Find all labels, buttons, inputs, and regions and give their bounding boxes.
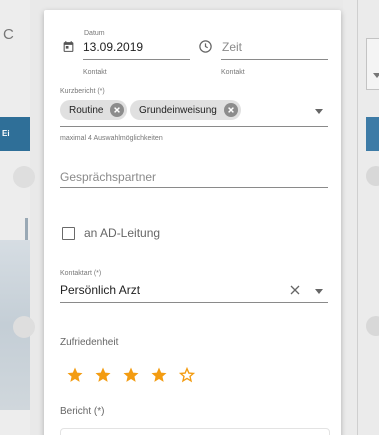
- chip-label: Grundeinweisung: [139, 104, 217, 116]
- kontaktart-underline: [60, 302, 328, 303]
- close-icon[interactable]: [110, 103, 125, 117]
- bericht-label: Bericht (*): [60, 406, 105, 417]
- chip-label: Routine: [69, 104, 104, 116]
- chevron-down-icon: [373, 73, 379, 78]
- background-app-left: C Ei: [0, 0, 35, 435]
- star-filled-icon[interactable]: [150, 366, 168, 384]
- star-empty-icon[interactable]: [178, 366, 196, 384]
- zufriedenheit-label: Zufriedenheit: [60, 337, 119, 348]
- chevron-down-icon[interactable]: [315, 289, 323, 294]
- datum-helper: Kontakt: [83, 69, 107, 76]
- close-icon[interactable]: [223, 103, 238, 117]
- ad-leitung-checkbox[interactable]: [62, 227, 75, 240]
- background-avatar: [366, 316, 379, 336]
- datum-label: Datum: [84, 30, 105, 37]
- background-header-bar: [366, 117, 379, 151]
- clock-icon[interactable]: [198, 39, 213, 54]
- calendar-icon[interactable]: [62, 40, 75, 53]
- zufriedenheit-rating[interactable]: [60, 366, 210, 386]
- chip-routine[interactable]: Routine: [60, 100, 128, 120]
- zeit-input[interactable]: Zeit: [222, 40, 242, 54]
- datum-underline: [83, 59, 190, 60]
- kurzbericht-underline: [60, 126, 328, 127]
- background-avatar: [13, 166, 35, 188]
- kurzbericht-label: Kurzbericht (*): [60, 88, 105, 95]
- kurzbericht-select[interactable]: Kurzbericht (*) Routine Grundeinweisung …: [60, 88, 328, 148]
- background-header-bar: Ei: [0, 117, 30, 151]
- zeit-underline: [221, 59, 328, 60]
- contact-report-dialog: Datum 13.09.2019 Kontakt Zeit Kontakt Ku…: [44, 10, 341, 435]
- clear-icon[interactable]: [290, 285, 300, 295]
- gespraechspartner-field[interactable]: Gesprächspartner: [60, 168, 328, 190]
- background-text-fragment: C: [3, 26, 14, 43]
- star-filled-icon[interactable]: [66, 366, 84, 384]
- background-divider: [357, 0, 358, 435]
- background-select: [366, 38, 379, 90]
- ad-leitung-checkbox-row[interactable]: an AD-Leitung: [60, 226, 220, 242]
- ad-leitung-label[interactable]: an AD-Leitung: [84, 226, 160, 240]
- chevron-down-icon[interactable]: [315, 109, 323, 114]
- background-avatar: [366, 166, 379, 186]
- kontaktart-label: Kontaktart (*): [60, 270, 102, 277]
- gespraechspartner-underline: [60, 187, 328, 188]
- chip-grundeinweisung[interactable]: Grundeinweisung: [130, 100, 241, 120]
- zeit-helper: Kontakt: [221, 69, 245, 76]
- kontaktart-select[interactable]: Kontaktart (*) Persönlich Arzt: [60, 270, 328, 304]
- background-avatar: [13, 316, 35, 338]
- star-filled-icon[interactable]: [122, 366, 140, 384]
- kurzbericht-hint: maximal 4 Auswahlmöglichkeiten: [60, 135, 163, 142]
- background-header-text: Ei: [2, 129, 10, 138]
- background-app-right: [343, 0, 379, 435]
- gespraechspartner-input[interactable]: Gesprächspartner: [60, 170, 156, 184]
- kontaktart-value[interactable]: Persönlich Arzt: [60, 283, 140, 297]
- star-filled-icon[interactable]: [94, 366, 112, 384]
- datum-value[interactable]: 13.09.2019: [83, 40, 143, 54]
- bericht-textarea[interactable]: [60, 428, 330, 435]
